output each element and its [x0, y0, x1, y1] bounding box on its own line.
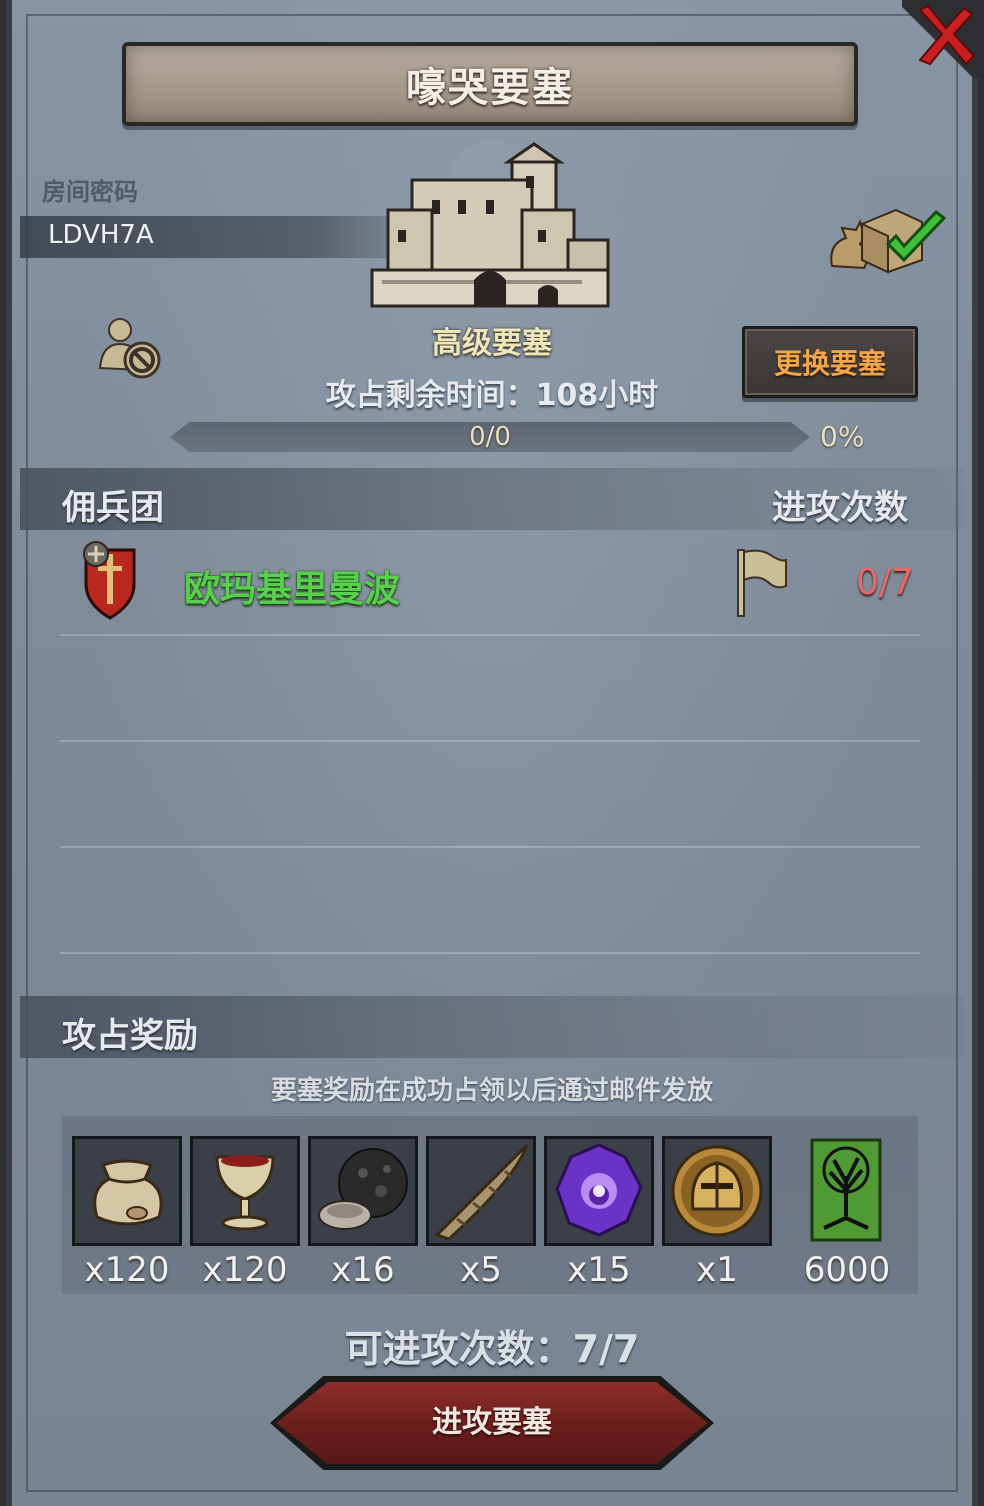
attack-fortress-label[interactable]: 进攻要塞	[276, 1382, 708, 1464]
row-divider	[60, 634, 920, 636]
mercenary-row[interactable]	[20, 530, 964, 634]
rewards-section-title: 攻占奖励	[62, 1016, 198, 1056]
room-password-label: 房间密码	[42, 178, 138, 206]
reward-note: 要塞奖励在成功占领以后通过邮件发放	[270, 1076, 713, 1106]
page-title: 嚎哭要塞	[406, 65, 574, 111]
supplies-ready-icon[interactable]	[826, 204, 950, 280]
reward-item-horn[interactable]	[426, 1136, 536, 1246]
mercenary-attack-count: 0/7	[856, 562, 914, 603]
progress-percent: 0%	[820, 420, 865, 453]
reward-count: x5	[460, 1250, 502, 1290]
castle-icon	[362, 140, 618, 316]
reward-count: x15	[567, 1250, 631, 1290]
close-button[interactable]	[902, 0, 984, 78]
flag-icon	[732, 546, 792, 622]
horn-icon	[429, 1139, 533, 1243]
attack-attempts: 可进攻次数：7/7	[344, 1327, 640, 1371]
progress-text: 0/0	[469, 422, 511, 452]
shield-sword-icon	[78, 540, 142, 624]
reward-item-helmet[interactable]	[662, 1136, 772, 1246]
tree-banner-icon	[810, 1138, 882, 1242]
row-divider	[60, 952, 920, 954]
reward-count: x1	[696, 1250, 738, 1290]
occupation-progress-bar: 0/0	[170, 422, 810, 452]
private-room-icon[interactable]	[96, 314, 166, 388]
reward-item-ore[interactable]	[308, 1136, 418, 1246]
row-divider	[60, 740, 920, 742]
room-code[interactable]: LDVH7A	[48, 220, 154, 250]
reward-item-goblet[interactable]	[190, 1136, 300, 1246]
reward-count: 6000	[803, 1250, 891, 1290]
mercenary-section-title: 佣兵团	[62, 488, 164, 528]
change-fortress-button[interactable]: 更换要塞	[742, 326, 918, 398]
purple-gem-icon	[547, 1139, 651, 1243]
mercenary-name: 欧玛基里曼波	[184, 569, 401, 610]
change-fortress-label: 更换要塞	[773, 347, 886, 380]
title-banner: 嚎哭要塞	[122, 42, 858, 126]
goblet-icon	[193, 1139, 297, 1243]
reward-item-gem[interactable]	[544, 1136, 654, 1246]
sack-icon	[75, 1139, 179, 1243]
reward-count: x120	[202, 1250, 288, 1290]
reward-count: x16	[331, 1250, 395, 1290]
reward-count: x120	[84, 1250, 170, 1290]
attack-count-header: 进攻次数	[772, 488, 908, 528]
reward-item-banner[interactable]	[794, 1136, 898, 1246]
reward-item-sack[interactable]	[72, 1136, 182, 1246]
close-icon	[918, 4, 976, 66]
row-divider	[60, 846, 920, 848]
ore-icon	[311, 1139, 415, 1243]
helmet-medal-icon	[665, 1139, 769, 1243]
